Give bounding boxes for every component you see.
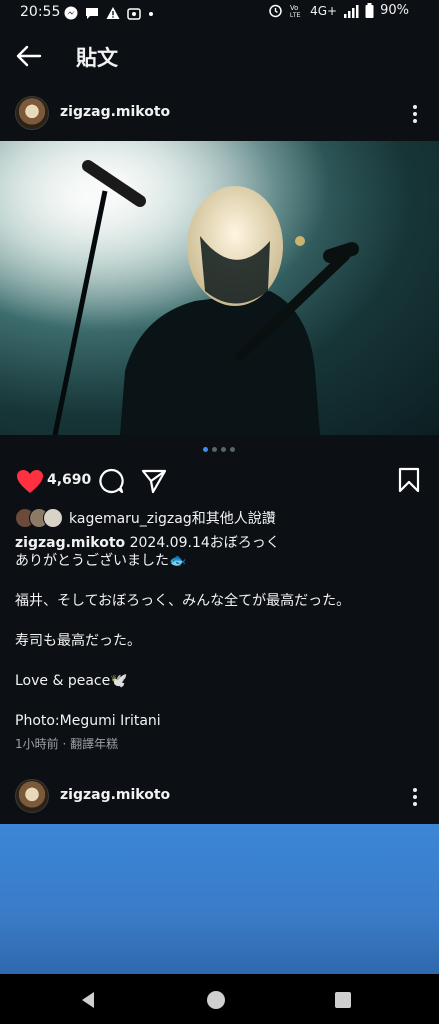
time-ago: 1小時前 <box>15 737 59 751</box>
more-options-icon[interactable] <box>405 103 425 125</box>
concert-photo <box>0 141 439 435</box>
caption-line: 寿司も最高だった。 <box>15 633 141 649</box>
volte-icon: VoLTE <box>290 5 301 18</box>
post-actions: 4,690 <box>0 463 439 499</box>
post-username[interactable]: zigzag.mikoto <box>60 787 170 803</box>
carousel-dot <box>230 447 235 452</box>
bookmark-icon[interactable] <box>398 467 420 493</box>
comment-icon[interactable] <box>98 468 124 494</box>
status-notification-icons <box>64 5 154 21</box>
post-username[interactable]: zigzag.mikoto <box>60 104 170 120</box>
post-image[interactable] <box>0 141 439 435</box>
caption-line: 2024.09.14おぼろっく <box>125 535 280 551</box>
caption-line: 福井、そしておぼろっく、みんな全てが最高だった。 <box>15 593 351 609</box>
top-app-bar: 貼文 <box>0 30 439 82</box>
carousel-indicator <box>203 447 235 452</box>
liked-by-row[interactable]: kagemaru_zigzag和其他人說讚 <box>15 508 276 528</box>
carousel-dot <box>203 447 208 452</box>
caption-line: Photo:Megumi Iritani <box>15 713 161 729</box>
chat-bubble-icon <box>86 8 98 19</box>
meta-separator: · <box>62 737 71 751</box>
heart-icon[interactable] <box>16 469 44 495</box>
liked-by-text: kagemaru_zigzag和其他人說讚 <box>69 511 276 527</box>
messenger-icon <box>64 6 78 20</box>
post-meta: 1小時前 · 翻譯年糕 <box>15 735 118 752</box>
svg-text:Vo: Vo <box>290 5 298 12</box>
avatar[interactable] <box>15 96 49 130</box>
avatar[interactable] <box>15 779 49 813</box>
system-nav-bar <box>0 974 439 1024</box>
share-icon[interactable] <box>141 468 167 494</box>
post-caption: zigzag.mikoto 2024.09.14おぼろっく ありがとうございまし… <box>15 534 415 730</box>
carousel-dot <box>221 447 226 452</box>
nav-home-icon[interactable] <box>205 989 227 1011</box>
caption-username[interactable]: zigzag.mikoto <box>15 535 125 551</box>
network-type: 4G+ <box>310 3 338 18</box>
battery-percent: 90% <box>380 3 409 18</box>
liker-avatar <box>43 508 63 528</box>
status-time: 20:55 <box>20 4 61 20</box>
battery-icon <box>365 3 374 18</box>
back-arrow-icon[interactable] <box>14 42 44 70</box>
post-image[interactable] <box>0 824 439 974</box>
warning-icon <box>106 7 120 19</box>
gallery-icon <box>127 8 141 20</box>
more-options-icon[interactable] <box>405 786 425 808</box>
caption-line: ありがとうございました🐟 <box>15 553 187 569</box>
svg-text:LTE: LTE <box>290 13 301 18</box>
dot-icon <box>149 12 153 16</box>
alarm-icon <box>269 4 282 18</box>
nav-recents-icon[interactable] <box>333 990 353 1010</box>
like-count[interactable]: 4,690 <box>47 472 91 488</box>
status-right-icons: Vo LTE 4G+ 90% <box>268 3 409 18</box>
carousel-dot <box>212 447 217 452</box>
translate-link[interactable]: 翻譯年糕 <box>70 737 118 751</box>
signal-icon <box>344 4 359 18</box>
caption-line: Love & peace🕊️ <box>15 673 128 689</box>
nav-back-icon[interactable] <box>78 990 98 1010</box>
status-bar: 20:55 Vo LTE 4G+ 90% <box>0 0 439 26</box>
page-title: 貼文 <box>76 46 118 70</box>
